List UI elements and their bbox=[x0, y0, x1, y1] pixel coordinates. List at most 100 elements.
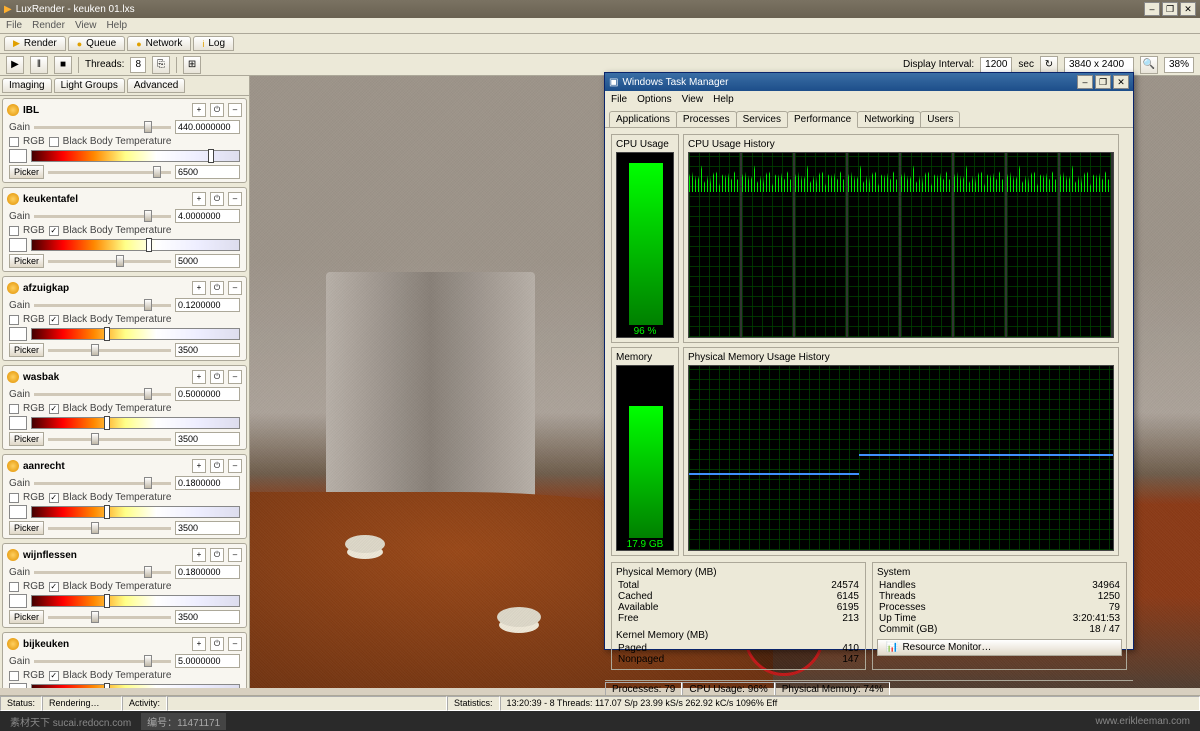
pause-button[interactable]: ‖ bbox=[30, 56, 48, 74]
bbt-checkbox[interactable] bbox=[49, 137, 59, 147]
rgb-checkbox[interactable] bbox=[9, 315, 19, 325]
gain-slider[interactable] bbox=[34, 304, 171, 307]
temp-value[interactable]: 5000 bbox=[175, 254, 240, 268]
temp-slider[interactable] bbox=[48, 260, 171, 263]
collapse-icon[interactable]: – bbox=[228, 281, 242, 295]
refresh-button[interactable]: ↻ bbox=[1040, 56, 1058, 74]
temperature-slider[interactable] bbox=[31, 684, 240, 688]
temperature-slider[interactable] bbox=[31, 328, 240, 340]
temp-slider[interactable] bbox=[48, 527, 171, 530]
bbt-checkbox[interactable]: ✓ bbox=[49, 582, 59, 592]
bbt-checkbox[interactable]: ✓ bbox=[49, 226, 59, 236]
tm-tab-performance[interactable]: Performance bbox=[787, 111, 858, 128]
gain-value[interactable]: 0.1200000 bbox=[175, 298, 240, 312]
power-icon[interactable]: ⏻ bbox=[210, 459, 224, 473]
collapse-icon[interactable]: – bbox=[228, 370, 242, 384]
power-icon[interactable]: ⏻ bbox=[210, 370, 224, 384]
rgb-checkbox[interactable] bbox=[9, 493, 19, 503]
plus-icon[interactable]: + bbox=[192, 281, 206, 295]
picker-button[interactable]: Picker bbox=[9, 521, 44, 535]
temp-value[interactable]: 3500 bbox=[175, 343, 240, 357]
picker-button[interactable]: Picker bbox=[9, 165, 44, 179]
menu-view[interactable]: View bbox=[75, 20, 97, 31]
power-icon[interactable]: ⏻ bbox=[210, 548, 224, 562]
gain-slider[interactable] bbox=[34, 660, 171, 663]
color-swatch[interactable] bbox=[9, 416, 27, 430]
tm-menu-view[interactable]: View bbox=[682, 94, 704, 105]
rgb-checkbox[interactable] bbox=[9, 582, 19, 592]
tm-tab-services[interactable]: Services bbox=[736, 111, 788, 127]
plus-icon[interactable]: + bbox=[192, 548, 206, 562]
bbt-checkbox[interactable]: ✓ bbox=[49, 315, 59, 325]
temp-slider[interactable] bbox=[48, 438, 171, 441]
tm-tab-networking[interactable]: Networking bbox=[857, 111, 921, 127]
temp-value[interactable]: 3500 bbox=[175, 521, 240, 535]
power-icon[interactable]: ⏻ bbox=[210, 103, 224, 117]
tm-tab-applications[interactable]: Applications bbox=[609, 111, 677, 127]
tab-network[interactable]: ●Network bbox=[127, 36, 191, 51]
tab-imaging[interactable]: Imaging bbox=[2, 78, 52, 93]
tab-light-groups[interactable]: Light Groups bbox=[54, 78, 125, 93]
lights-list[interactable]: IBL + ⏻ – Gain 440.0000000 RGB Black Bod… bbox=[0, 96, 249, 688]
tm-maximize-button[interactable]: ❐ bbox=[1095, 75, 1111, 89]
rgb-checkbox[interactable] bbox=[9, 226, 19, 236]
plus-icon[interactable]: + bbox=[192, 637, 206, 651]
tm-tab-users[interactable]: Users bbox=[920, 111, 960, 127]
color-swatch[interactable] bbox=[9, 238, 27, 252]
color-swatch[interactable] bbox=[9, 327, 27, 341]
gain-value[interactable]: 0.1800000 bbox=[175, 565, 240, 579]
gain-slider[interactable] bbox=[34, 482, 171, 485]
tm-minimize-button[interactable]: – bbox=[1077, 75, 1093, 89]
picker-button[interactable]: Picker bbox=[9, 254, 44, 268]
temp-slider[interactable] bbox=[48, 171, 171, 174]
task-manager-window[interactable]: ▣ Windows Task Manager – ❐ ✕ File Option… bbox=[604, 72, 1134, 650]
zoom-icon[interactable]: 🔍 bbox=[1140, 56, 1158, 74]
resource-monitor-button[interactable]: 📊 Resource Monitor… bbox=[877, 639, 1122, 656]
gain-slider[interactable] bbox=[34, 215, 171, 218]
temperature-slider[interactable] bbox=[31, 595, 240, 607]
temp-value[interactable]: 3500 bbox=[175, 610, 240, 624]
gain-value[interactable]: 4.0000000 bbox=[175, 209, 240, 223]
collapse-icon[interactable]: – bbox=[228, 459, 242, 473]
gain-value[interactable]: 0.1800000 bbox=[175, 476, 240, 490]
collapse-icon[interactable]: – bbox=[228, 103, 242, 117]
bbt-checkbox[interactable]: ✓ bbox=[49, 493, 59, 503]
menu-help[interactable]: Help bbox=[106, 20, 127, 31]
rgb-checkbox[interactable] bbox=[9, 404, 19, 414]
gain-value[interactable]: 5.0000000 bbox=[175, 654, 240, 668]
picker-button[interactable]: Picker bbox=[9, 343, 44, 357]
stop-button[interactable]: ■ bbox=[54, 56, 72, 74]
color-swatch[interactable] bbox=[9, 594, 27, 608]
temp-slider[interactable] bbox=[48, 349, 171, 352]
gain-slider[interactable] bbox=[34, 571, 171, 574]
temperature-slider[interactable] bbox=[31, 506, 240, 518]
color-swatch[interactable] bbox=[9, 683, 27, 688]
tm-title-bar[interactable]: ▣ Windows Task Manager – ❐ ✕ bbox=[605, 73, 1133, 91]
minimize-button[interactable]: – bbox=[1144, 2, 1160, 16]
tab-log[interactable]: iLog bbox=[193, 36, 234, 51]
tab-advanced[interactable]: Advanced bbox=[127, 78, 185, 93]
extra-button[interactable]: ⊞ bbox=[183, 56, 201, 74]
plus-icon[interactable]: + bbox=[192, 192, 206, 206]
gain-slider[interactable] bbox=[34, 393, 171, 396]
plus-icon[interactable]: + bbox=[192, 459, 206, 473]
gain-slider[interactable] bbox=[34, 126, 171, 129]
tab-render[interactable]: ▶Render bbox=[4, 36, 66, 51]
display-interval-input[interactable]: 1200 bbox=[980, 57, 1012, 73]
picker-button[interactable]: Picker bbox=[9, 432, 44, 446]
play-button[interactable]: ▶ bbox=[6, 56, 24, 74]
power-icon[interactable]: ⏻ bbox=[210, 637, 224, 651]
tm-close-button[interactable]: ✕ bbox=[1113, 75, 1129, 89]
plus-icon[interactable]: + bbox=[192, 370, 206, 384]
close-button[interactable]: ✕ bbox=[1180, 2, 1196, 16]
menu-render[interactable]: Render bbox=[32, 20, 65, 31]
temp-slider[interactable] bbox=[48, 616, 171, 619]
power-icon[interactable]: ⏻ bbox=[210, 281, 224, 295]
bbt-checkbox[interactable]: ✓ bbox=[49, 404, 59, 414]
rgb-checkbox[interactable] bbox=[9, 671, 19, 681]
collapse-icon[interactable]: – bbox=[228, 192, 242, 206]
tm-menu-options[interactable]: Options bbox=[637, 94, 671, 105]
temp-value[interactable]: 3500 bbox=[175, 432, 240, 446]
gain-value[interactable]: 440.0000000 bbox=[175, 120, 240, 134]
picker-button[interactable]: Picker bbox=[9, 610, 44, 624]
